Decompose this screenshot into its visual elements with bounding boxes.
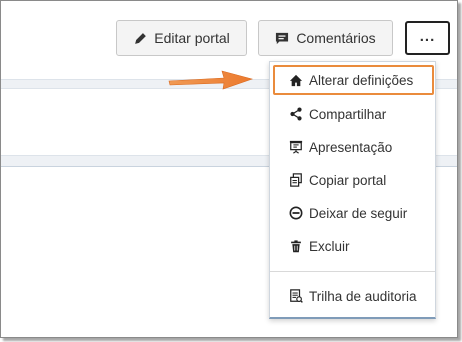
comments-label: Comentários <box>296 30 376 46</box>
more-options-button[interactable]: ... <box>405 21 450 55</box>
pencil-icon <box>133 31 147 45</box>
menu-item-copiar-portal[interactable]: Copiar portal <box>273 165 434 195</box>
share-icon <box>289 107 303 121</box>
edit-portal-label: Editar portal <box>154 30 230 46</box>
copy-icon <box>289 173 303 187</box>
menu-item-apresentacao[interactable]: Apresentação <box>273 132 434 162</box>
home-icon <box>289 73 303 87</box>
menu-item-label: Deixar de seguir <box>309 205 408 221</box>
menu-item-label: Apresentação <box>309 139 393 155</box>
menu-item-label: Copiar portal <box>309 172 387 188</box>
app-window: Editar portal Comentários ... Alterar de… <box>0 0 458 338</box>
unfollow-icon <box>289 206 303 220</box>
trash-icon <box>289 239 303 253</box>
menu-separator <box>270 271 435 272</box>
menu-item-trilha-de-auditoria[interactable]: Trilha de auditoria <box>273 281 434 311</box>
presentation-icon <box>289 140 303 154</box>
menu-item-deixar-de-seguir[interactable]: Deixar de seguir <box>273 198 434 228</box>
edit-portal-button[interactable]: Editar portal <box>116 20 247 56</box>
comments-button[interactable]: Comentários <box>258 20 393 56</box>
menu-item-label: Trilha de auditoria <box>309 288 417 304</box>
annotation-arrow-icon <box>168 70 254 90</box>
menu-item-label: Compartilhar <box>309 106 387 122</box>
menu-item-compartilhar[interactable]: Compartilhar <box>273 99 434 129</box>
menu-item-label: Alterar definições <box>309 72 414 88</box>
options-dropdown-menu: Alterar definições Compartilhar Apresent… <box>269 61 436 319</box>
menu-item-alterar-definicoes[interactable]: Alterar definições <box>273 65 434 95</box>
menu-item-label: Excluir <box>309 238 350 254</box>
audit-icon <box>289 289 303 303</box>
menu-item-excluir[interactable]: Excluir <box>273 231 434 261</box>
comment-icon <box>275 31 289 45</box>
more-dots-label: ... <box>419 27 436 45</box>
